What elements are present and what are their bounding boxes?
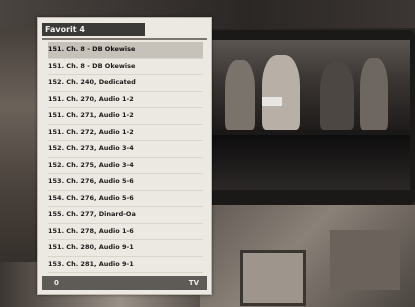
- tv-lower-panel: [200, 135, 410, 190]
- channel-list-item[interactable]: 151. Ch. 280, Audio 9-1: [48, 240, 203, 257]
- tv-figure: [262, 55, 300, 130]
- channel-list-item[interactable]: 151. Ch. 271, Audio 1-2: [48, 108, 203, 125]
- menu-footer: 0 TV: [42, 276, 207, 290]
- background-box: [330, 230, 400, 290]
- favorite-channel-menu: Favorit 4 151. Ch. 8 - DB Okewise 151. Ch…: [37, 17, 212, 295]
- channel-list-item[interactable]: 151. Ch. 278, Audio 1-6: [48, 224, 203, 240]
- channel-list-item[interactable]: 155. Ch. 277, Dinard-Oa: [48, 207, 203, 224]
- tv-figure: [320, 62, 354, 130]
- title-divider: [42, 38, 207, 40]
- channel-list-item[interactable]: 151. Ch. 270, Audio 1-2: [48, 92, 203, 108]
- screen-highlight: [262, 97, 282, 106]
- channel-list-item[interactable]: 152. Ch. 240, Dedicated: [48, 75, 203, 92]
- channel-list-item[interactable]: 154. Ch. 276, Audio 5-6: [48, 191, 203, 207]
- channel-list-item[interactable]: 151. Ch. 8 - DB Okewise: [48, 42, 203, 59]
- channel-list-item[interactable]: 151. Ch. 8 - DB Okewise: [48, 59, 203, 75]
- menu-title: Favorit 4: [42, 23, 145, 36]
- channel-list-item[interactable]: 153. Ch. 281, Audio 9-1: [48, 257, 203, 273]
- channel-list-item[interactable]: 153. Ch. 276, Audio 5-6: [48, 174, 203, 191]
- tv-figure: [360, 58, 388, 130]
- background-box: [240, 250, 306, 306]
- channel-list-item[interactable]: 151. Ch. 272, Audio 1-2: [48, 125, 203, 141]
- channel-list-item[interactable]: 152. Ch. 275, Audio 3-4: [48, 158, 203, 174]
- footer-left-label: 0: [54, 279, 59, 287]
- channel-list: 151. Ch. 8 - DB Okewise 151. Ch. 8 - DB O…: [48, 42, 203, 273]
- tv-figure: [225, 60, 255, 130]
- channel-list-item[interactable]: 152. Ch. 273, Audio 3-4: [48, 141, 203, 158]
- footer-mode-label: TV: [188, 279, 199, 287]
